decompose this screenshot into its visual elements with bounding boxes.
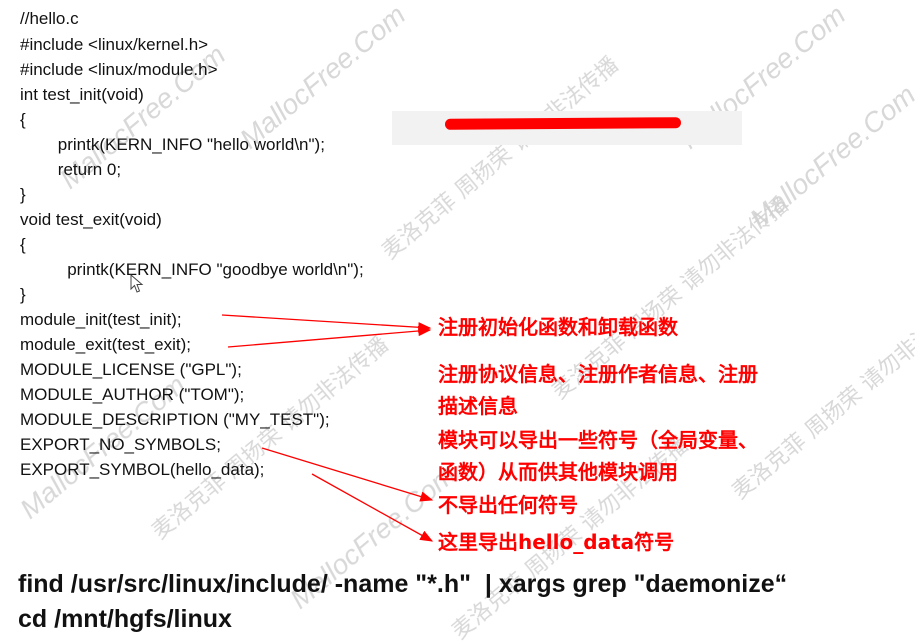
note-export-line1: 模块可以导出一些符号（全局变量、 xyxy=(438,428,758,452)
shell-command-find: find /usr/src/linux/include/ -name "*.h"… xyxy=(18,570,788,598)
code-line: //hello.c xyxy=(20,9,79,28)
note-register-info-line2: 描述信息 xyxy=(438,394,518,418)
arrow-module-exit xyxy=(227,325,432,348)
redaction-scribble xyxy=(444,117,682,130)
code-line: { xyxy=(20,235,26,254)
watermark-text: MallocFree.Com xyxy=(234,0,411,155)
note-no-export: 不导出任何符号 xyxy=(438,493,578,517)
note-register-init-exit: 注册初始化函数和卸载函数 xyxy=(438,315,678,339)
mouse-cursor-icon xyxy=(130,274,144,293)
watermark-text-cn: 麦洛克菲 周扬荣 请勿非法传播 xyxy=(728,293,915,505)
code-line: } xyxy=(20,185,26,204)
note-register-info-line1: 注册协议信息、注册作者信息、注册 xyxy=(438,362,758,386)
arrow-export-symbol xyxy=(311,473,434,542)
code-line: module_exit(test_exit); xyxy=(20,335,192,354)
code-line: EXPORT_SYMBOL(hello_data); xyxy=(20,460,265,479)
note-export-line2: 函数）从而供其他模块调用 xyxy=(438,460,678,484)
note-export-hello-data: 这里导出hello_data符号 xyxy=(438,530,675,554)
watermark-text: MallocFree.Com xyxy=(744,79,915,235)
watermark-text-cn: 麦洛克菲 周扬荣 请勿非法传播 xyxy=(378,53,624,265)
arrow-no-symbols xyxy=(261,447,434,502)
code-line: module_init(test_init); xyxy=(20,310,182,329)
code-line: printk(KERN_INFO "goodbye world\n"); xyxy=(20,260,364,279)
code-line: EXPORT_NO_SYMBOLS; xyxy=(20,435,221,454)
code-line: void test_exit(void) xyxy=(20,210,162,229)
code-line: #include <linux/module.h> xyxy=(20,60,218,79)
arrow-module-init xyxy=(221,314,432,333)
code-line: { xyxy=(20,110,26,129)
code-line: return 0; xyxy=(20,160,122,179)
shell-command-cd: cd /mnt/hgfs/linux xyxy=(18,605,232,633)
code-line: int test_init(void) xyxy=(20,85,144,104)
code-line: MODULE_AUTHOR ("TOM"); xyxy=(20,385,245,404)
code-line: MODULE_LICENSE ("GPL"); xyxy=(20,360,242,379)
code-line: } xyxy=(20,285,26,304)
code-line: #include <linux/kernel.h> xyxy=(20,35,209,54)
code-line: MODULE_DESCRIPTION ("MY_TEST"); xyxy=(20,410,330,429)
code-line: printk(KERN_INFO "hello world\n"); xyxy=(20,135,325,154)
